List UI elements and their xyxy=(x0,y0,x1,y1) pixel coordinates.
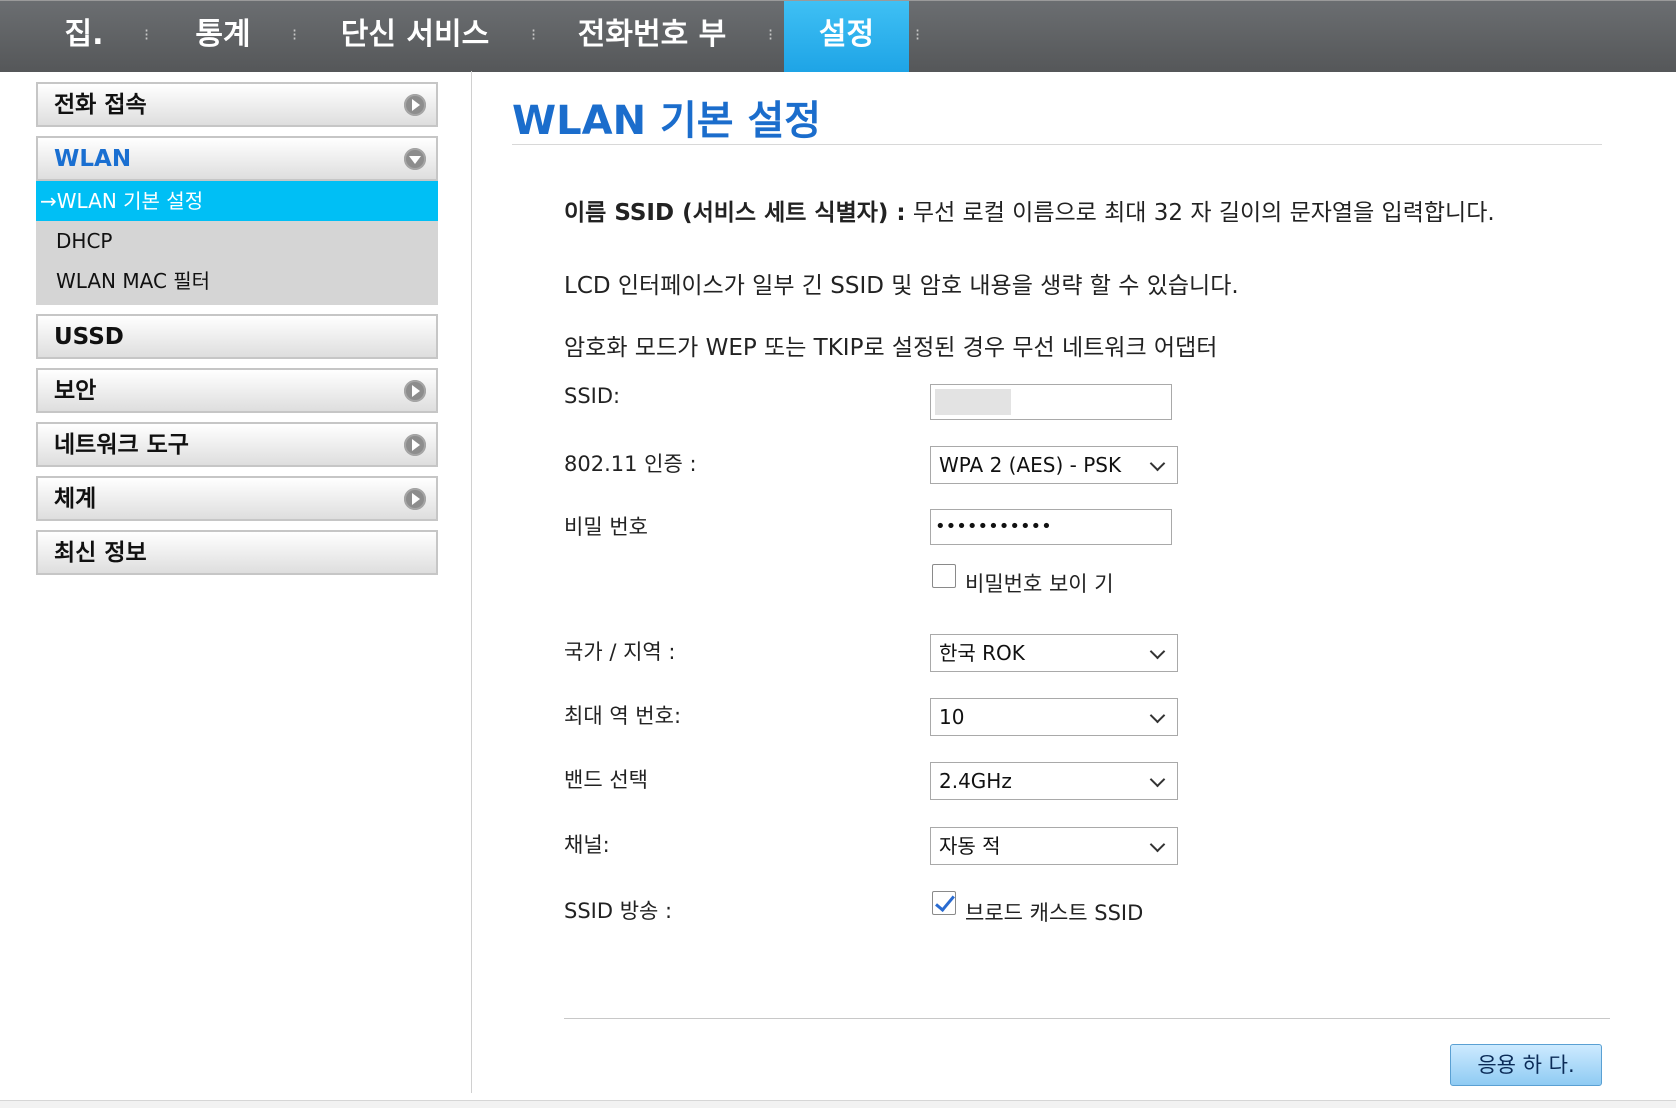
max-channel-label: 최대 역 번호: xyxy=(564,704,682,728)
sidebar-item-label: 최신 정보 xyxy=(54,540,147,566)
sidebar-item-label: 네트워크 도구 xyxy=(54,432,189,458)
max-channel-select[interactable]: 10 xyxy=(930,698,1178,736)
top-nav: 집. ⁝ 통계 ⁝ 단신 서비스 ⁝ 전화번호 부 ⁝ 설정 ⁝ xyxy=(0,0,1676,72)
sidebar-item-security[interactable]: 보안 xyxy=(36,368,438,413)
password-value: ••••••••••• xyxy=(935,516,1052,537)
sidebar-item-dialup[interactable]: 전화 접속 xyxy=(36,82,438,127)
ssid-broadcast-checkbox[interactable] xyxy=(932,891,956,915)
arrow-right-icon xyxy=(404,434,426,456)
sidebar-item-label: WLAN xyxy=(54,146,132,172)
ssid-value-redacted xyxy=(935,389,1011,415)
wlan-submenu: →WLAN 기본 설정 DHCP WLAN MAC 필터 xyxy=(36,181,438,305)
nav-sms[interactable]: 단신 서비스 xyxy=(330,1,500,72)
arrow-right-icon xyxy=(404,488,426,510)
chevron-down-icon xyxy=(1149,455,1166,472)
country-label: 국가 / 지역 : xyxy=(564,640,676,664)
auth-select-value: WPA 2 (AES) - PSK xyxy=(939,453,1122,477)
form-divider xyxy=(564,1018,1610,1019)
max-channel-select-value: 10 xyxy=(939,705,965,729)
sidebar-divider xyxy=(471,71,472,1093)
title-divider xyxy=(512,144,1602,145)
ssid-broadcast-label: SSID 방송 : xyxy=(564,899,673,923)
nav-home[interactable]: 집. xyxy=(52,1,116,72)
country-select-value: 한국 ROK xyxy=(939,641,1025,665)
nav-separator: ⁝ xyxy=(915,25,921,44)
nav-separator: ⁝ xyxy=(144,25,150,44)
sidebar-item-label: USSD xyxy=(54,324,124,350)
chevron-down-icon xyxy=(1149,707,1166,724)
nav-settings[interactable]: 설정 xyxy=(784,1,909,72)
nav-separator: ⁝ xyxy=(531,25,537,44)
sidebar-item-label: 보안 xyxy=(54,378,97,404)
country-select[interactable]: 한국 ROK xyxy=(930,634,1178,672)
submenu-item-dhcp[interactable]: DHCP xyxy=(36,221,438,261)
lcd-note: LCD 인터페이스가 일부 긴 SSID 및 암호 내용을 생략 할 수 있습니… xyxy=(564,273,1239,299)
auth-select[interactable]: WPA 2 (AES) - PSK xyxy=(930,446,1178,484)
ssid-description: 이름 SSID (서비스 세트 식별자) : 무선 로컬 이름으로 최대 32 … xyxy=(564,193,1495,227)
sidebar: 전화 접속 WLAN →WLAN 기본 설정 DHCP WLAN MAC 필터 … xyxy=(36,82,438,584)
chevron-down-icon xyxy=(1149,836,1166,853)
band-select[interactable]: 2.4GHz xyxy=(930,762,1178,800)
sidebar-item-ussd[interactable]: USSD xyxy=(36,314,438,359)
sidebar-item-label: 전화 접속 xyxy=(54,92,147,118)
arrow-down-icon xyxy=(404,148,426,170)
sidebar-item-network-tools[interactable]: 네트워크 도구 xyxy=(36,422,438,467)
password-input[interactable]: ••••••••••• xyxy=(930,509,1172,545)
submenu-item-wlan-basic[interactable]: →WLAN 기본 설정 xyxy=(36,181,438,221)
sidebar-item-system[interactable]: 체계 xyxy=(36,476,438,521)
channel-label: 채널: xyxy=(564,833,610,857)
auth-label: 802.11 인증 : xyxy=(564,452,697,476)
channel-select-value: 자동 적 xyxy=(939,834,1001,858)
band-select-value: 2.4GHz xyxy=(939,769,1012,793)
arrow-right-icon xyxy=(404,380,426,402)
show-password-checkbox[interactable] xyxy=(932,564,956,588)
show-password-label: 비밀번호 보이 기 xyxy=(965,572,1114,596)
nav-separator: ⁝ xyxy=(292,25,298,44)
ssid-label: SSID: xyxy=(564,384,621,408)
ssid-input[interactable] xyxy=(930,384,1172,420)
channel-select[interactable]: 자동 적 xyxy=(930,827,1178,865)
ssid-description-text: 무선 로컬 이름으로 최대 32 자 길이의 문자열을 입력합니다. xyxy=(905,200,1495,226)
page-title: WLAN 기본 설정 xyxy=(512,98,822,144)
sidebar-item-update[interactable]: 최신 정보 xyxy=(36,530,438,575)
password-label: 비밀 번호 xyxy=(564,515,648,539)
nav-separator: ⁝ xyxy=(768,25,774,44)
nav-statistics[interactable]: 통계 xyxy=(180,1,266,72)
chevron-down-icon xyxy=(1149,643,1166,660)
ssid-description-bold: 이름 SSID (서비스 세트 식별자) : xyxy=(564,200,906,226)
arrow-right-icon xyxy=(404,94,426,116)
ssid-broadcast-checkbox-label: 브로드 캐스트 SSID xyxy=(965,901,1144,925)
nav-phonebook[interactable]: 전화번호 부 xyxy=(570,1,734,72)
chevron-down-icon xyxy=(1149,771,1166,788)
band-label: 밴드 선택 xyxy=(564,768,648,792)
submenu-item-wlan-mac-filter[interactable]: WLAN MAC 필터 xyxy=(36,261,438,301)
encryption-note: 암호화 모드가 WEP 또는 TKIP로 설정된 경우 무선 네트워크 어댑터 xyxy=(564,335,1218,361)
sidebar-item-wlan[interactable]: WLAN xyxy=(36,136,438,181)
apply-button[interactable]: 응용 하 다. xyxy=(1450,1044,1602,1086)
sidebar-item-label: 체계 xyxy=(54,486,97,512)
